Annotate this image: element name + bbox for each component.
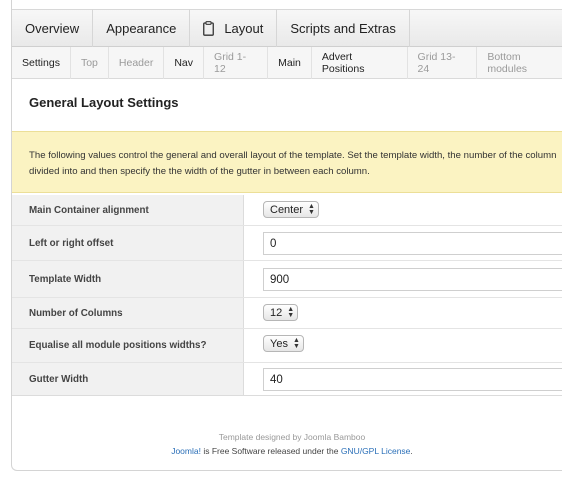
row-alignment: Main Container alignment Center ▲ ▼	[12, 195, 562, 226]
equalise-value: Yes	[270, 337, 288, 350]
columns-select[interactable]: 12 ▲ ▼	[263, 304, 299, 321]
row-template-width: Template Width	[12, 261, 562, 298]
alignment-select[interactable]: Center ▲ ▼	[263, 201, 319, 218]
template-width-label: Template Width	[12, 261, 244, 297]
subtab-grid-1-12[interactable]: Grid 1-12	[204, 46, 269, 79]
tab-appearance[interactable]: Appearance	[93, 9, 191, 47]
subtab-main[interactable]: Main	[268, 46, 312, 79]
select-arrows-icon: ▲ ▼	[292, 336, 300, 350]
footer-middle-text: is Free Software released under the	[200, 446, 341, 456]
notice-line-1: The following values control the general…	[29, 150, 557, 161]
tab-overview-label: Overview	[25, 20, 80, 36]
select-arrows-icon: ▲ ▼	[287, 305, 295, 319]
top-tab-bar: Overview Appearance Layout Scripts and E…	[12, 9, 562, 47]
template-width-input[interactable]	[263, 268, 562, 291]
section-title: General Layout Settings	[29, 95, 179, 110]
gutter-label: Gutter Width	[12, 363, 244, 395]
template-settings-panel: Overview Appearance Layout Scripts and E…	[11, 0, 562, 471]
subtab-nav[interactable]: Nav	[164, 46, 205, 79]
subtab-bottom-modules[interactable]: Bottom modules	[477, 47, 562, 79]
page-footer: Template designed by Joomla Bamboo Jooml…	[12, 430, 562, 458]
row-columns: Number of Columns 12 ▲ ▼	[12, 298, 562, 329]
clipboard-icon	[203, 20, 215, 36]
footer-license-line: Joomla! is Free Software released under …	[12, 444, 562, 458]
subtab-settings[interactable]: Settings	[12, 46, 71, 79]
row-gutter: Gutter Width	[12, 363, 562, 396]
subtab-grid-13-24[interactable]: Grid 13-24	[408, 46, 478, 79]
tab-scripts-extras-label: Scripts and Extras	[290, 20, 396, 36]
subtab-top[interactable]: Top	[71, 46, 109, 79]
tab-scripts-extras[interactable]: Scripts and Extras	[277, 9, 410, 47]
subtab-advert-positions[interactable]: Advert Positions	[312, 46, 408, 79]
gpl-license-link[interactable]: GNU/GPL License	[341, 446, 411, 456]
equalise-select[interactable]: Yes ▲ ▼	[263, 335, 304, 352]
columns-value: 12	[270, 306, 283, 319]
offset-label: Left or right offset	[12, 226, 244, 260]
alignment-value: Center	[270, 203, 304, 216]
tab-layout-label: Layout	[224, 20, 264, 36]
settings-form: Main Container alignment Center ▲ ▼ Left …	[12, 195, 562, 396]
footer-credit: Template designed by Joomla Bamboo	[218, 432, 366, 442]
equalise-label: Equalise all module positions widths?	[12, 329, 244, 362]
select-arrows-icon: ▲ ▼	[308, 202, 315, 216]
alignment-label: Main Container alignment	[12, 195, 244, 225]
joomla-link[interactable]: Joomla!	[171, 446, 201, 456]
tab-appearance-label: Appearance	[106, 20, 177, 36]
tab-layout[interactable]: Layout	[190, 9, 278, 47]
row-offset: Left or right offset	[12, 226, 562, 261]
tab-overview[interactable]: Overview	[12, 9, 94, 47]
layout-notice: The following values control the general…	[12, 131, 562, 193]
subtab-header[interactable]: Header	[109, 46, 165, 79]
row-equalise: Equalise all module positions widths? Ye…	[12, 329, 562, 363]
notice-line-2: divided into and then specify the the wi…	[29, 166, 370, 177]
sub-tab-bar: Settings Top Header Nav Grid 1-12 Main A…	[12, 46, 562, 79]
footer-end-text: .	[410, 446, 413, 456]
offset-input[interactable]	[263, 232, 562, 255]
gutter-input[interactable]	[263, 368, 562, 391]
columns-label: Number of Columns	[12, 298, 244, 328]
